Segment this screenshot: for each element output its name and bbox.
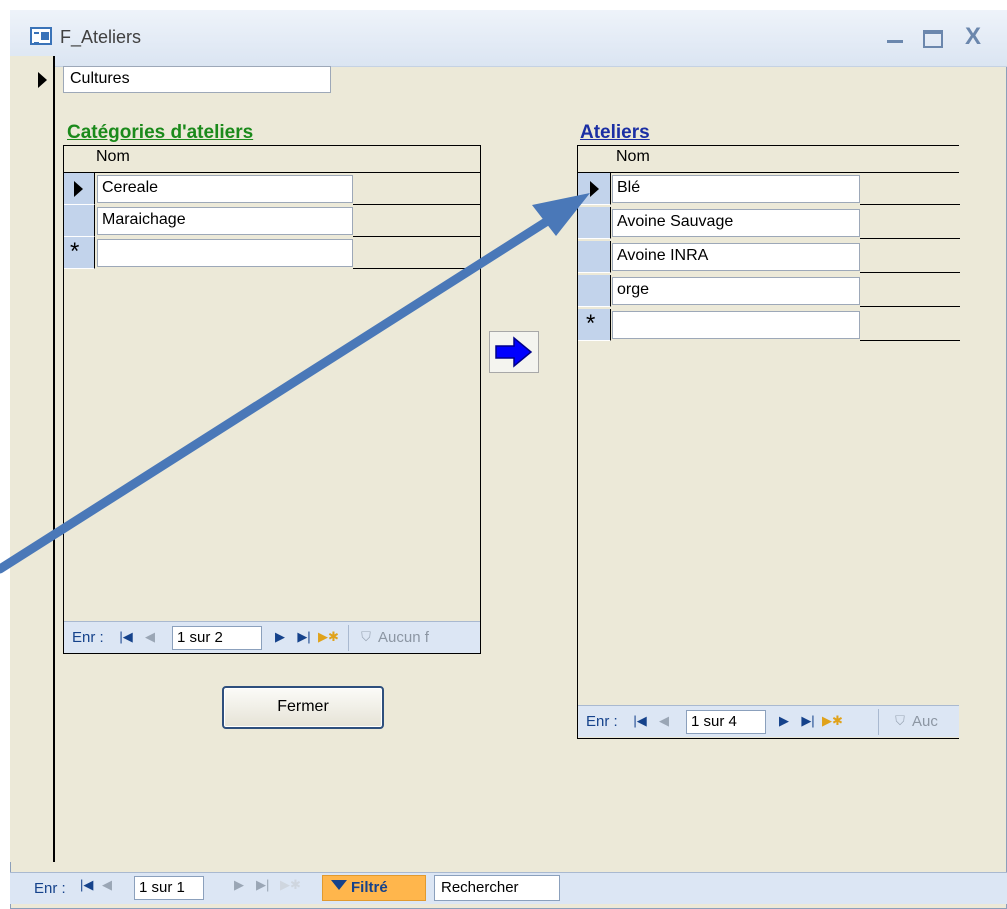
next-record-icon[interactable]: ▶ bbox=[774, 710, 794, 732]
row-selector[interactable]: * bbox=[64, 237, 95, 269]
new-record-nav-icon[interactable]: ▶✱ bbox=[280, 877, 301, 893]
atelier-cell[interactable]: Avoine Sauvage bbox=[612, 209, 860, 237]
new-record-row[interactable]: * bbox=[64, 237, 481, 269]
maximize-icon bbox=[923, 30, 943, 48]
new-atelier-cell[interactable] bbox=[612, 311, 860, 339]
nav-label: Enr : bbox=[586, 713, 618, 730]
filter-status[interactable]: Auc bbox=[912, 713, 938, 730]
first-record-icon[interactable]: |◀ bbox=[80, 877, 93, 893]
table-row[interactable]: Avoine INRA bbox=[578, 241, 960, 273]
ateliers-title: Ateliers bbox=[580, 122, 650, 143]
next-record-icon[interactable]: ▶ bbox=[234, 877, 244, 893]
previous-record-icon[interactable]: ◀ bbox=[140, 626, 160, 648]
last-record-icon[interactable]: ▶| bbox=[256, 877, 269, 893]
row-divider bbox=[860, 272, 960, 273]
categories-title: Catégories d'ateliers bbox=[67, 122, 254, 143]
window-title: F_Ateliers bbox=[60, 27, 142, 47]
filter-status[interactable]: Aucun f bbox=[378, 629, 429, 646]
ateliers-navigation: Enr : |◀ ◀ 1 sur 4 ▶ ▶| ▶✱ ⛉ Auc bbox=[578, 705, 959, 737]
new-record-nav-icon[interactable]: ▶✱ bbox=[822, 710, 843, 732]
new-record-icon: * bbox=[70, 238, 80, 265]
close-window-button[interactable]: X bbox=[956, 20, 990, 54]
current-row-icon bbox=[590, 181, 599, 197]
right-arrow-icon bbox=[495, 336, 533, 368]
close-icon: X bbox=[964, 23, 981, 50]
row-divider bbox=[353, 268, 481, 269]
category-cell[interactable]: Maraichage bbox=[97, 207, 353, 235]
record-number-input[interactable]: 1 sur 2 bbox=[172, 626, 262, 650]
current-row-icon bbox=[74, 181, 83, 197]
ateliers-subform: Nom Blé Avoine Sauvage Avoine INRA orge … bbox=[577, 145, 960, 739]
fermer-button[interactable]: Fermer bbox=[222, 686, 384, 729]
row-selector[interactable] bbox=[578, 207, 611, 239]
table-row[interactable]: orge bbox=[578, 275, 960, 307]
no-filter-icon: ⛉ bbox=[895, 713, 905, 728]
last-record-icon[interactable]: ▶| bbox=[798, 710, 818, 732]
row-selector[interactable] bbox=[578, 241, 611, 273]
nav-separator bbox=[878, 709, 879, 735]
row-selector[interactable] bbox=[64, 205, 95, 237]
atelier-cell[interactable]: Blé bbox=[612, 175, 860, 203]
previous-record-icon[interactable]: ◀ bbox=[654, 710, 674, 732]
next-record-icon[interactable]: ▶ bbox=[270, 626, 290, 648]
filtered-toggle[interactable]: Filtré bbox=[322, 875, 426, 901]
category-cell[interactable]: Cereale bbox=[97, 175, 353, 203]
row-selector[interactable] bbox=[578, 173, 611, 205]
row-selector[interactable]: * bbox=[578, 309, 611, 341]
categories-column-header: Nom bbox=[96, 148, 130, 165]
ateliers-column-header: Nom bbox=[616, 148, 650, 165]
nav-label: Enr : bbox=[34, 880, 66, 897]
maximize-button[interactable] bbox=[916, 20, 950, 54]
categories-subform: Nom Cereale Maraichage * Enr : |◀ ◀ 1 su… bbox=[63, 145, 481, 654]
new-record-row[interactable]: * bbox=[578, 309, 960, 341]
new-record-icon: * bbox=[586, 310, 596, 337]
nav-separator bbox=[348, 625, 349, 651]
row-divider bbox=[860, 340, 960, 341]
atelier-cell[interactable]: Avoine INRA bbox=[612, 243, 860, 271]
nav-label: Enr : bbox=[72, 629, 104, 646]
current-record-icon bbox=[38, 72, 47, 88]
last-record-icon[interactable]: ▶| bbox=[294, 626, 314, 648]
table-row[interactable]: Maraichage bbox=[64, 205, 481, 237]
minimize-button[interactable] bbox=[878, 20, 912, 54]
record-selector-strip bbox=[10, 56, 55, 862]
row-selector[interactable] bbox=[64, 173, 95, 205]
record-number-input[interactable]: 1 sur 1 bbox=[134, 876, 204, 900]
title-bar: F_Ateliers X bbox=[10, 10, 1007, 67]
filter-icon bbox=[331, 880, 347, 890]
form-icon bbox=[30, 27, 52, 45]
record-number-input[interactable]: 1 sur 4 bbox=[686, 710, 766, 734]
filtered-label: Filtré bbox=[351, 879, 388, 896]
first-record-icon[interactable]: |◀ bbox=[630, 710, 650, 732]
row-divider bbox=[860, 204, 960, 205]
cultures-field[interactable]: Cultures bbox=[63, 66, 331, 93]
row-divider bbox=[860, 306, 960, 307]
previous-record-icon[interactable]: ◀ bbox=[102, 877, 112, 893]
transfer-arrow-button[interactable] bbox=[489, 331, 539, 373]
no-filter-icon: ⛉ bbox=[361, 629, 371, 644]
new-record-nav-icon[interactable]: ▶✱ bbox=[318, 626, 339, 648]
new-category-cell[interactable] bbox=[97, 239, 353, 267]
table-row[interactable]: Blé bbox=[578, 173, 960, 205]
table-row[interactable]: Avoine Sauvage bbox=[578, 207, 960, 239]
first-record-icon[interactable]: |◀ bbox=[116, 626, 136, 648]
search-input[interactable]: Rechercher bbox=[434, 875, 560, 901]
row-divider bbox=[860, 238, 960, 239]
categories-navigation: Enr : |◀ ◀ 1 sur 2 ▶ ▶| ▶✱ ⛉ Aucun f bbox=[64, 621, 480, 653]
table-row[interactable]: Cereale bbox=[64, 173, 481, 205]
row-selector[interactable] bbox=[578, 275, 611, 307]
atelier-cell[interactable]: orge bbox=[612, 277, 860, 305]
minimize-icon bbox=[887, 40, 903, 43]
